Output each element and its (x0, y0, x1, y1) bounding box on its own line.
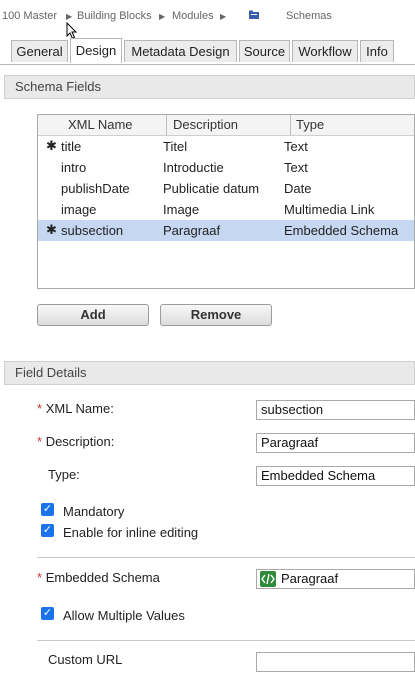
embedded-schema-label: * Embedded Schema (37, 570, 160, 585)
required-icon: ✱ (46, 222, 57, 237)
xml-name-label: * XML Name: (37, 401, 114, 416)
remove-field-button[interactable]: Remove (160, 304, 272, 326)
required-icon: ✱ (46, 138, 57, 153)
tab-metadata-design[interactable]: Metadata Design (124, 40, 237, 62)
cell-xml-name: intro (61, 160, 87, 175)
cell-xml-name: image (61, 202, 97, 217)
column-header-description[interactable]: Description (173, 117, 238, 132)
cell-type: Embedded Schema (284, 223, 399, 238)
field-details-header: Field Details (4, 361, 415, 385)
cell-xml-name: title (61, 139, 82, 154)
custom-url-input[interactable] (256, 652, 415, 672)
table-row[interactable]: ✱ title Titel Text (38, 136, 414, 157)
cell-type: Multimedia Link (284, 202, 375, 217)
cell-description: Paragraaf (163, 223, 221, 238)
cell-description: Image (163, 202, 200, 217)
cell-description: Publicatie datum (163, 181, 260, 196)
add-field-button[interactable]: Add (37, 304, 149, 326)
xml-name-input[interactable]: subsection (256, 400, 415, 420)
breadcrumb-item-building-blocks[interactable]: Building Blocks (77, 10, 152, 22)
tab-bar: General Design Metadata Design Source Wo… (0, 38, 415, 65)
breadcrumb-item-schemas[interactable]: Schemas (286, 10, 332, 22)
column-header-xml-name[interactable]: XML Name (68, 117, 133, 132)
type-label: Type: (48, 467, 80, 482)
description-input[interactable]: Paragraaf (256, 433, 415, 453)
description-label: * Description: (37, 434, 115, 449)
table-row[interactable]: intro Introductie Text (38, 157, 414, 178)
type-select[interactable]: Embedded Schema (256, 466, 415, 486)
column-header-type[interactable]: Type (296, 117, 324, 132)
allow-multiple-label: Allow Multiple Values (63, 608, 185, 623)
schema-fields-grid[interactable]: XML Name Description Type ✱ title Titel … (37, 114, 415, 289)
table-row-selected[interactable]: ✱ subsection Paragraaf Embedded Schema (38, 220, 414, 241)
tab-source[interactable]: Source (239, 40, 290, 62)
schema-fields-header: Schema Fields (4, 75, 415, 99)
divider (37, 557, 415, 558)
cell-description: Introductie (163, 160, 224, 175)
folder-icon (248, 9, 260, 24)
breadcrumb: 100 Master ▶ Building Blocks ▶ Modules ▶… (0, 0, 415, 40)
grid-header: XML Name Description Type (38, 115, 414, 136)
table-row[interactable]: publishDate Publicatie datum Date (38, 178, 414, 199)
table-row[interactable]: image Image Multimedia Link (38, 199, 414, 220)
schema-icon (260, 571, 276, 587)
allow-multiple-checkbox[interactable]: ✓ (41, 607, 54, 620)
cell-xml-name: publishDate (61, 181, 130, 196)
chevron-right-icon: ▶ (220, 12, 227, 21)
cell-type: Date (284, 181, 312, 196)
embedded-schema-field[interactable]: Paragraaf (256, 569, 415, 589)
mandatory-label: Mandatory (63, 504, 125, 519)
breadcrumb-item-modules[interactable]: Modules (172, 10, 214, 22)
chevron-right-icon: ▶ (159, 12, 166, 21)
inline-editing-label: Enable for inline editing (63, 525, 199, 540)
divider (37, 640, 415, 641)
cell-description: Titel (163, 139, 188, 154)
mandatory-checkbox[interactable]: ✓ (41, 503, 54, 516)
tab-workflow[interactable]: Workflow (292, 40, 358, 62)
breadcrumb-item-master[interactable]: 100 Master (2, 10, 57, 22)
cell-type: Text (284, 160, 308, 175)
inline-editing-checkbox[interactable]: ✓ (41, 524, 54, 537)
tab-info[interactable]: Info (360, 40, 394, 62)
tab-design[interactable]: Design (70, 38, 122, 63)
tab-general[interactable]: General (11, 40, 68, 62)
chevron-right-icon: ▶ (66, 12, 73, 21)
custom-url-label: Custom URL (48, 652, 123, 667)
cell-type: Text (284, 139, 308, 154)
cell-xml-name: subsection (61, 223, 124, 238)
